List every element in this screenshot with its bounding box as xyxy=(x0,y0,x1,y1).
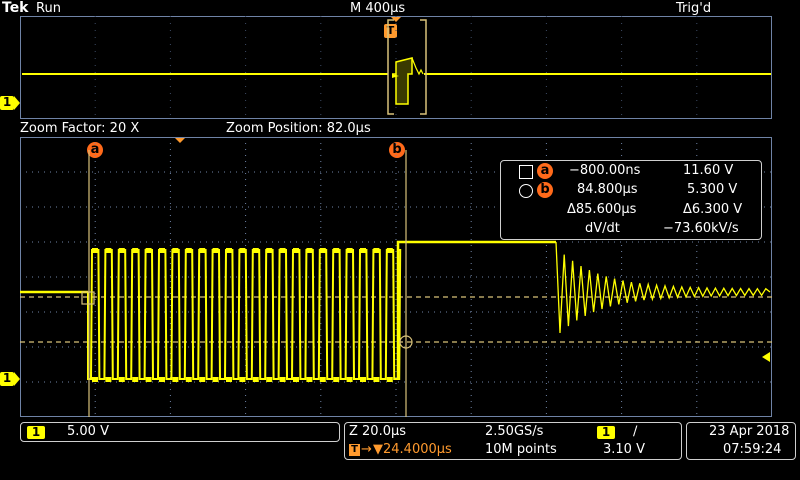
trigger-level: 3.10 V xyxy=(603,442,645,457)
ground-level-arrow xyxy=(762,352,770,362)
circle-icon xyxy=(519,184,533,198)
date-readout: 23 Apr 2018 xyxy=(709,424,790,439)
horizontal-settings-box[interactable]: Z 20.0µs 2.50GS/s 1 ∕ T → ▼24.4000µs 10M… xyxy=(344,422,682,460)
arrow-right-icon: → xyxy=(361,442,372,457)
delta-time: Δ85.600µs xyxy=(567,202,637,217)
record-length: 10M points xyxy=(485,442,557,457)
readout-cursor-b-badge: b xyxy=(537,182,553,198)
zoom-trigger-pointer xyxy=(175,138,185,143)
zoom-scale: Z 20.0µs xyxy=(349,424,407,439)
measurement-readout: a −800.00ns 11.60 V b 84.800µs 5.300 V Δ… xyxy=(500,160,762,240)
trigger-position-icon: T xyxy=(349,444,360,456)
slope-value: −73.60kV/s xyxy=(663,221,739,236)
readout-cursor-a-badge: a xyxy=(537,163,553,179)
delta-value: Δ6.300 V xyxy=(683,202,743,217)
zoom-trace xyxy=(20,240,771,382)
square-icon xyxy=(519,165,533,179)
cursor-a-time: −800.00ns xyxy=(569,163,641,178)
trigger-slope-icon: ∕ xyxy=(633,424,638,439)
cursor-b-value: 5.300 V xyxy=(687,182,738,197)
datetime-box[interactable]: 23 Apr 2018 07:59:24 xyxy=(686,422,796,460)
channel-scale-box[interactable]: 1 5.00 V xyxy=(20,422,340,442)
overview-trace xyxy=(22,57,771,105)
channel-badge: 1 xyxy=(27,426,45,439)
cursor-b-time: 84.800µs xyxy=(577,182,638,197)
scope-display xyxy=(14,16,772,417)
trigger-offset: ▼24.4000µs xyxy=(373,442,452,457)
sample-rate: 2.50GS/s xyxy=(485,424,544,439)
channel-scale: 5.00 V xyxy=(67,424,109,439)
slope-label: dV/dt xyxy=(585,221,620,236)
cursor-a-value: 11.60 V xyxy=(683,163,734,178)
trigger-source-badge: 1 xyxy=(597,426,615,439)
time-readout: 07:59:24 xyxy=(723,442,782,457)
